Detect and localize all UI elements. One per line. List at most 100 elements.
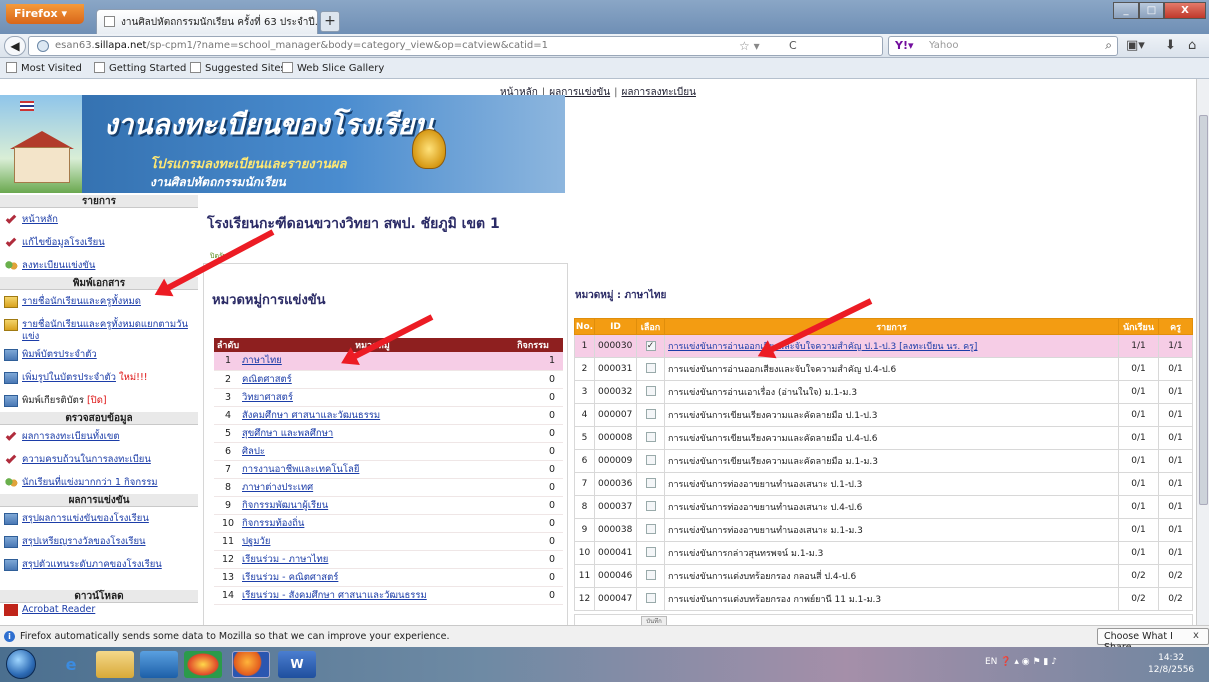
select-checkbox[interactable] [645, 477, 656, 488]
search-icon[interactable]: ⌕ [1105, 38, 1112, 53]
language-indicator[interactable]: EN [985, 657, 997, 667]
category-row[interactable]: 10 กิจกรรมท้องถิ่น 0 [214, 514, 563, 533]
browser-tab[interactable]: งานศิลปหัตถกรรมนักเรียน ครั้งที่ 63 ประจ… [96, 9, 318, 34]
contest-row[interactable]: 9 000038 การแข่งขันการท่องอาขยานทำนองเสนาะ… [574, 518, 1193, 542]
search-bar[interactable]: Y!▾ Yahoo ⌕ [888, 36, 1118, 56]
category-link[interactable]: เรียนร่วม - สังคมศึกษา ศาสนาและวัฒนธรรม [242, 590, 427, 601]
sidebar-item-multi-activity[interactable]: นักเรียนที่แข่งมากกว่า 1 กิจกรรม [0, 471, 198, 494]
bookmarks-menu-icon[interactable]: ▣▾ [1126, 38, 1145, 53]
contest-row[interactable]: 8 000037 การแข่งขันการท่องอาขยานทำนองเสนาะ… [574, 495, 1193, 519]
category-link[interactable]: ภาษาต่างประเทศ [242, 482, 313, 493]
start-button[interactable] [6, 649, 36, 679]
bookmark-web-slice-gallery[interactable]: Web Slice Gallery [282, 62, 384, 74]
save-button[interactable]: บันทึก [641, 616, 667, 625]
category-row[interactable]: 2 คณิตศาสตร์ 0 [214, 370, 563, 389]
category-row[interactable]: 12 เรียนร่วม - ภาษาไทย 0 [214, 550, 563, 569]
sidebar-item-district-results[interactable]: ผลการลงทะเบียนทั้งเขต [0, 425, 198, 448]
new-tab-button[interactable]: + [320, 11, 340, 32]
category-link[interactable]: สังคมศึกษา ศาสนาและวัฒนธรรม [242, 410, 380, 421]
help-icon[interactable]: ❓ [1000, 657, 1014, 667]
select-checkbox[interactable] [645, 546, 656, 557]
category-link[interactable]: ปฐมวัย [242, 536, 270, 547]
contest-row[interactable]: 1 000030 ✓ การแข่งขันการอ่านออกเสียงและจับใ… [574, 334, 1193, 358]
sidebar-item-names-by-day[interactable]: รายชื่อนักเรียนและครูทั้งหมดแยกตามวันแข่… [0, 313, 198, 343]
category-row[interactable]: 3 วิทยาศาสตร์ 0 [214, 388, 563, 407]
category-row[interactable]: 14 เรียนร่วม - สังคมศึกษา ศาสนาและวัฒนธรร… [214, 586, 563, 605]
category-link[interactable]: เรียนร่วม - คณิตศาสตร์ [242, 572, 338, 583]
contest-row[interactable]: 5 000008 การแข่งขันการเขียนเรียงความและคัด… [574, 426, 1193, 450]
minimize-button[interactable]: _ [1113, 2, 1139, 19]
sidebar-item-completeness[interactable]: ความครบถ้วนในการลงทะเบียน [0, 448, 198, 471]
select-checkbox[interactable] [645, 454, 656, 465]
category-link[interactable]: กิจกรรมพัฒนาผู้เรียน [242, 500, 328, 511]
chrome-icon[interactable] [184, 651, 222, 678]
category-link[interactable]: การงานอาชีพและเทคโนโลยี [242, 464, 359, 475]
contest-row[interactable]: 10 000041 การแข่งขันการกล่าวสุนทรพจน์ ม.1-… [574, 541, 1193, 565]
sidebar-item-acrobat[interactable]: Acrobat Reader [0, 603, 198, 625]
category-link[interactable]: เรียนร่วม - ภาษาไทย [242, 554, 328, 565]
category-link[interactable]: สุขศึกษา และพลศึกษา [242, 428, 333, 439]
word-icon[interactable]: W [278, 651, 316, 678]
close-window-button[interactable]: X [1164, 2, 1206, 19]
bookmark-suggested-sites[interactable]: Suggested Sites [190, 62, 286, 74]
page-scrollbar[interactable] [1196, 79, 1209, 625]
select-checkbox[interactable] [645, 385, 656, 396]
back-arrow-icon[interactable]: ◀ [4, 36, 26, 56]
select-checkbox[interactable] [645, 431, 656, 442]
category-link[interactable]: กิจกรรมท้องถิ่น [242, 518, 304, 529]
select-checkbox[interactable] [645, 362, 656, 373]
select-checkbox[interactable] [645, 408, 656, 419]
media-player-icon[interactable] [140, 651, 178, 678]
category-link[interactable]: คณิตศาสตร์ [242, 374, 292, 385]
contest-row[interactable]: 2 000031 การแข่งขันการอ่านออกเสียงและจับใจ… [574, 357, 1193, 381]
category-link[interactable]: ศิลปะ [242, 446, 265, 457]
select-checkbox[interactable] [645, 569, 656, 580]
file-explorer-icon[interactable] [96, 651, 134, 678]
category-row[interactable]: 5 สุขศึกษา และพลศึกษา 0 [214, 424, 563, 443]
category-row[interactable]: 1 ภาษาไทย 1 [214, 352, 563, 371]
category-link[interactable]: วิทยาศาสตร์ [242, 392, 293, 403]
sidebar-item-print-id-card[interactable]: พิมพ์บัตรประจำตัว [0, 343, 198, 366]
sidebar-item-register-contest[interactable]: ลงทะเบียนแข่งขัน [0, 254, 198, 277]
bookmark-most-visited[interactable]: Most Visited [6, 62, 82, 74]
clock[interactable]: 14:32 12/8/2556 [1148, 652, 1194, 676]
contest-row[interactable]: 6 000009 การแข่งขันการเขียนเรียงความและคัด… [574, 449, 1193, 473]
sidebar-item-medals[interactable]: สรุปเหรียญรางวัลของโรงเรียน [0, 530, 198, 553]
category-row[interactable]: 9 กิจกรรมพัฒนาผู้เรียน 0 [214, 496, 563, 515]
sidebar-item-print-certificate[interactable]: พิมพ์เกียรติบัตร [ปิด] [0, 389, 198, 412]
sidebar-item-regional-reps[interactable]: สรุปตัวแทนระดับภาคของโรงเรียน [0, 553, 198, 576]
bookmark-star-icon[interactable]: ☆ ▾ [739, 39, 760, 53]
contest-link[interactable]: การแข่งขันการอ่านออกเสียงและจับใจความสำค… [668, 342, 977, 352]
sidebar-item-add-photo[interactable]: เพิ่มรูปในบัตรประจำตัว ใหม่!!! [0, 366, 198, 389]
contest-row[interactable]: 3 000032 การแข่งขันการอ่านเอาเรื่อง (อ่านใ… [574, 380, 1193, 404]
firefox-menu-button[interactable]: Firefox ▾ [6, 4, 84, 24]
url-bar[interactable]: esan63.sillapa.net/sp-cpm1/?name=school_… [28, 36, 883, 56]
category-row[interactable]: 4 สังคมศึกษา ศาสนาและวัฒนธรรม 0 [214, 406, 563, 425]
close-notification-icon[interactable]: x [1193, 630, 1199, 641]
select-checkbox[interactable] [645, 592, 656, 603]
bookmark-getting-started[interactable]: Getting Started [94, 62, 186, 74]
select-checkbox[interactable]: ✓ [645, 341, 656, 351]
contest-row[interactable]: 11 000046 การแข่งขันการแต่งบทร้อยกรอง กลอน… [574, 564, 1193, 588]
contest-row[interactable]: 7 000036 การแข่งขันการท่องอาขยานทำนองเสนาะ… [574, 472, 1193, 496]
internet-explorer-icon[interactable]: e [52, 651, 90, 678]
category-row[interactable]: 7 การงานอาชีพและเทคโนโลยี 0 [214, 460, 563, 479]
reload-icon[interactable]: C [789, 39, 797, 52]
sidebar-item-edit-school[interactable]: แก้ไขข้อมูลโรงเรียน [0, 231, 198, 254]
category-row[interactable]: 8 ภาษาต่างประเทศ 0 [214, 478, 563, 497]
top-link-registration-results[interactable]: ผลการลงทะเบียน [621, 87, 695, 98]
category-row[interactable]: 13 เรียนร่วม - คณิตศาสตร์ 0 [214, 568, 563, 587]
select-checkbox[interactable] [645, 500, 656, 511]
firefox-taskbar-icon[interactable] [232, 651, 270, 678]
tray-icons[interactable]: ▴ ◉ ⚑ ▮ ♪ [1014, 657, 1057, 667]
download-icon[interactable]: ⬇ [1165, 38, 1176, 53]
home-icon[interactable]: ⌂ [1188, 38, 1196, 53]
maximize-button[interactable]: □ [1139, 2, 1164, 19]
category-row[interactable]: 11 ปฐมวัย 0 [214, 532, 563, 551]
category-row[interactable]: 6 ศิลปะ 0 [214, 442, 563, 461]
category-link[interactable]: ภาษาไทย [242, 355, 282, 366]
contest-row[interactable]: 4 000007 การแข่งขันการเขียนเรียงความและคัด… [574, 403, 1193, 427]
scrollbar-thumb[interactable] [1199, 115, 1208, 505]
select-checkbox[interactable] [645, 523, 656, 534]
sidebar-item-school-results[interactable]: สรุปผลการแข่งขันของโรงเรียน [0, 507, 198, 530]
